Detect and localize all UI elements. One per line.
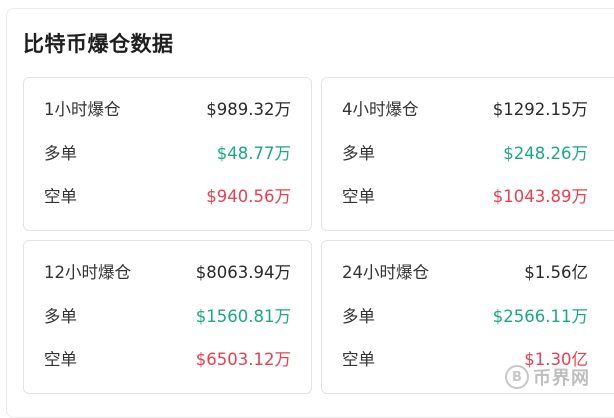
long-value: $1560.81万: [195, 307, 291, 326]
total-row: 24小时爆仓 $1.56亿: [342, 261, 588, 285]
long-row: 多单 $248.26万: [342, 142, 588, 166]
total-row: 4小时爆仓 $1292.15万: [342, 98, 588, 122]
long-label: 多单: [342, 144, 375, 163]
long-value: $48.77万: [216, 144, 291, 163]
panel-title: 比特币爆仓数据: [23, 32, 174, 56]
liquidation-card-12h: 12小时爆仓 $8063.94万 多单 $1560.81万 空单 $6503.1…: [23, 240, 312, 394]
long-label: 多单: [342, 307, 375, 326]
long-row: 多单 $2566.11万: [342, 305, 588, 329]
period-label: 12小时爆仓: [44, 263, 131, 282]
short-row: 空单 $1043.89万: [342, 185, 588, 209]
liquidation-card-4h: 4小时爆仓 $1292.15万 多单 $248.26万 空单 $1043.89万: [321, 77, 614, 231]
short-value: $6503.12万: [195, 350, 291, 369]
short-label: 空单: [44, 350, 77, 369]
total-row: 1小时爆仓 $989.32万: [44, 98, 291, 122]
watermark-text: 币界网: [533, 368, 590, 389]
long-row: 多单 $1560.81万: [44, 305, 291, 329]
total-value: $989.32万: [206, 100, 291, 119]
short-value: $940.56万: [206, 187, 291, 206]
long-row: 多单 $48.77万: [44, 142, 291, 166]
long-label: 多单: [44, 144, 77, 163]
total-value: $1292.15万: [492, 100, 588, 119]
short-value: $1043.89万: [492, 187, 588, 206]
short-label: 空单: [342, 187, 375, 206]
long-value: $248.26万: [503, 144, 588, 163]
long-value: $2566.11万: [492, 307, 588, 326]
watermark: B 币界网: [505, 364, 590, 390]
coin-logo-icon: B: [505, 365, 529, 389]
liquidation-card-1h: 1小时爆仓 $989.32万 多单 $48.77万 空单 $940.56万: [23, 77, 312, 231]
short-row: 空单 $940.56万: [44, 185, 291, 209]
period-label: 24小时爆仓: [342, 263, 429, 282]
total-row: 12小时爆仓 $8063.94万: [44, 261, 291, 285]
long-label: 多单: [44, 307, 77, 326]
short-label: 空单: [44, 187, 77, 206]
period-label: 4小时爆仓: [342, 100, 419, 119]
period-label: 1小时爆仓: [44, 100, 121, 119]
total-value: $1.56亿: [524, 263, 588, 282]
total-value: $8063.94万: [195, 263, 291, 282]
short-row: 空单 $6503.12万: [44, 348, 291, 372]
short-label: 空单: [342, 350, 375, 369]
